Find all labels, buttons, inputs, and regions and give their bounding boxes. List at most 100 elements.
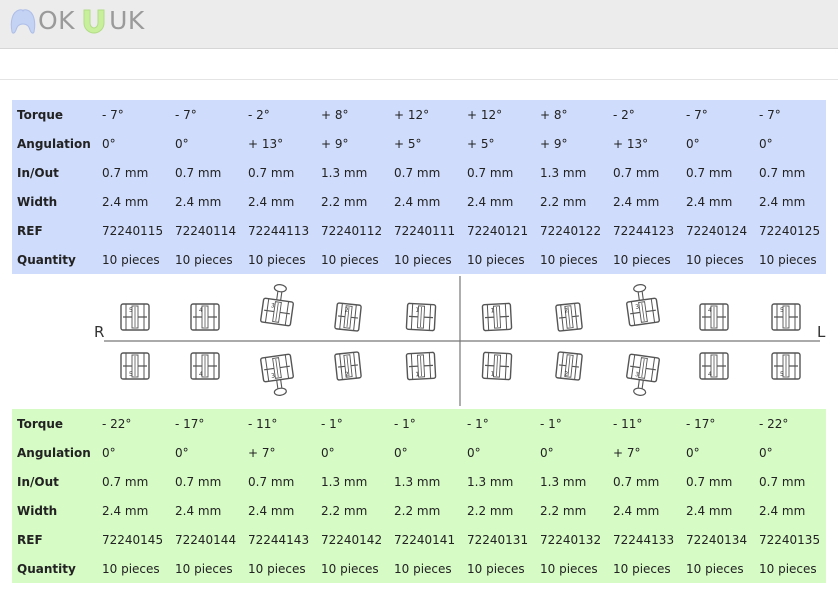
bracket-icon: 4 bbox=[699, 303, 729, 331]
bracket-icon: 1 bbox=[481, 302, 513, 332]
lower-table-cell: 2.4 mm bbox=[759, 503, 806, 518]
lower-table-row: Quantity 10 pieces 10 pieces 10 pieces 10 pi… bbox=[12, 554, 826, 583]
upper-table-cell: + 5° bbox=[394, 136, 422, 151]
bracket-icon: 4 bbox=[699, 352, 729, 380]
bracket-number: 5 bbox=[129, 307, 133, 314]
lower-table-row: Width 2.4 mm 2.4 mm 2.4 mm 2.2 mm 2.2 mm 2.2 m… bbox=[12, 496, 826, 525]
bracket-icon: 3 bbox=[260, 353, 294, 396]
bracket-icon: 5 bbox=[120, 352, 150, 380]
tooth-icon bbox=[10, 9, 36, 34]
upper-table-cell: 0.7 mm bbox=[613, 165, 660, 180]
upper-table-cell: 1.3 mm bbox=[540, 165, 587, 180]
lower-table-row: REF 72240145 72240144 72244143 72240142 72240… bbox=[12, 525, 826, 554]
lower-table-cell: 0° bbox=[175, 445, 189, 460]
lower-table-cell: 10 pieces bbox=[248, 561, 306, 576]
site-logo[interactable]: OK UK bbox=[8, 6, 145, 36]
lower-table-cell: 10 pieces bbox=[467, 561, 525, 576]
bracket-number: 5 bbox=[780, 371, 784, 378]
bracket-number: 4 bbox=[708, 371, 712, 378]
upper-table-row-label: REF bbox=[17, 223, 43, 238]
upper-table-cell: 2.2 mm bbox=[540, 194, 587, 209]
lower-table-cell: 10 pieces bbox=[540, 561, 598, 576]
lower-table-cell: 0° bbox=[467, 445, 481, 460]
bracket-number: 1 bbox=[415, 307, 419, 314]
lower-table-cell: - 17° bbox=[686, 416, 716, 431]
upper-table-cell: 72244123 bbox=[613, 223, 675, 238]
lower-table-cell: 2.4 mm bbox=[102, 503, 149, 518]
bracket-number: 1 bbox=[415, 371, 419, 378]
upper-table-cell: 2.4 mm bbox=[686, 194, 733, 209]
upper-table-row-label: Quantity bbox=[17, 252, 76, 267]
logo-text-ok: OK bbox=[38, 6, 76, 35]
bracket-icon: 4 bbox=[190, 303, 220, 331]
lower-table-cell: 0.7 mm bbox=[759, 474, 806, 489]
upper-table-cell: + 5° bbox=[467, 136, 495, 151]
upper-table-cell: 10 pieces bbox=[175, 252, 233, 267]
bracket-diagram: R L 5 5 4 4 3 3 2 2 1 1 1 1 2 2 3 3 4 4 5 5 bbox=[12, 274, 826, 408]
upper-table-cell: 10 pieces bbox=[759, 252, 817, 267]
upper-table-row: Width 2.4 mm 2.4 mm 2.4 mm 2.2 mm 2.4 mm 2.4 m… bbox=[12, 187, 826, 216]
lower-table-cell: 72240132 bbox=[540, 532, 602, 547]
lower-table-cell: - 17° bbox=[175, 416, 205, 431]
lower-table-cell: 10 pieces bbox=[613, 561, 671, 576]
upper-table-cell: + 9° bbox=[321, 136, 349, 151]
lower-table-cell: 10 pieces bbox=[686, 561, 744, 576]
upper-table-cell: 72244113 bbox=[248, 223, 310, 238]
lower-table-cell: - 1° bbox=[540, 416, 562, 431]
lower-table-row-label: Width bbox=[17, 503, 58, 518]
lower-table-cell: 0° bbox=[540, 445, 554, 460]
upper-table-cell: 72240124 bbox=[686, 223, 748, 238]
lower-table-cell: 0.7 mm bbox=[248, 474, 295, 489]
upper-table-cell: 10 pieces bbox=[321, 252, 379, 267]
upper-table-cell: 2.4 mm bbox=[175, 194, 222, 209]
bracket-icon: 5 bbox=[120, 303, 150, 331]
lower-table-cell: 2.2 mm bbox=[540, 503, 587, 518]
bracket-icon: 3 bbox=[626, 284, 660, 327]
upper-table-cell: 2.4 mm bbox=[248, 194, 295, 209]
upper-table-cell: 72240125 bbox=[759, 223, 821, 238]
bracket-icon: 4 bbox=[190, 352, 220, 380]
upper-table-row: Torque - 7° - 7° - 2° + 8° + 12° + 12° + 8° - 2°… bbox=[12, 100, 826, 129]
upper-table-cell: 1.3 mm bbox=[321, 165, 368, 180]
bracket-icon: 2 bbox=[334, 302, 362, 332]
horseshoe-icon bbox=[83, 9, 105, 34]
upper-table-cell: 72240115 bbox=[102, 223, 164, 238]
lower-table-cell: 2.2 mm bbox=[321, 503, 368, 518]
upper-table-cell: 10 pieces bbox=[613, 252, 671, 267]
lower-table-cell: - 22° bbox=[102, 416, 132, 431]
lower-table-cell: 72240142 bbox=[321, 532, 383, 547]
lower-table-cell: 0° bbox=[759, 445, 773, 460]
lower-arch-table: Torque - 22° - 17° - 11° - 1° - 1° - 1° - 1° - 1… bbox=[12, 409, 826, 583]
lower-table-cell: 72240144 bbox=[175, 532, 237, 547]
lower-table-row-label: Torque bbox=[17, 416, 64, 431]
bracket-icon: 3 bbox=[260, 284, 294, 327]
upper-table-cell: + 8° bbox=[321, 107, 349, 122]
upper-table-cell: 0° bbox=[175, 136, 189, 151]
bracket-number: 5 bbox=[780, 307, 784, 314]
lower-table-cell: 0° bbox=[102, 445, 116, 460]
lower-table-cell: 72240131 bbox=[467, 532, 529, 547]
lower-table-cell: 0° bbox=[394, 445, 408, 460]
side-label-left-side: L bbox=[817, 323, 826, 341]
lower-table-cell: 10 pieces bbox=[759, 561, 817, 576]
bracket-icon: 2 bbox=[555, 351, 583, 381]
lower-table-cell: 10 pieces bbox=[394, 561, 452, 576]
upper-table-row-label: Width bbox=[17, 194, 58, 209]
upper-table-cell: 10 pieces bbox=[540, 252, 598, 267]
bracket-icon: 5 bbox=[771, 303, 801, 331]
lower-table-cell: - 11° bbox=[248, 416, 278, 431]
upper-table-cell: + 13° bbox=[613, 136, 649, 151]
lower-table-cell: 10 pieces bbox=[102, 561, 160, 576]
upper-table-cell: 2.4 mm bbox=[613, 194, 660, 209]
upper-arch-table: Torque - 7° - 7° - 2° + 8° + 12° + 12° + 8° - 2°… bbox=[12, 100, 826, 274]
upper-table-cell: 72240114 bbox=[175, 223, 237, 238]
upper-table-cell: + 12° bbox=[394, 107, 430, 122]
lower-table-row: Torque - 22° - 17° - 11° - 1° - 1° - 1° - 1° - 1… bbox=[12, 409, 826, 438]
upper-table-cell: 0.7 mm bbox=[102, 165, 149, 180]
lower-table-row: Angulation 0° 0° + 7° 0° 0° 0° 0° + 7° 0° 0° bbox=[12, 438, 826, 467]
upper-table-cell: 72240121 bbox=[467, 223, 529, 238]
upper-table-cell: 72240112 bbox=[321, 223, 383, 238]
lower-table-cell: 2.2 mm bbox=[394, 503, 441, 518]
bracket-number: 1 bbox=[490, 307, 494, 314]
lower-table-cell: 72240141 bbox=[394, 532, 456, 547]
